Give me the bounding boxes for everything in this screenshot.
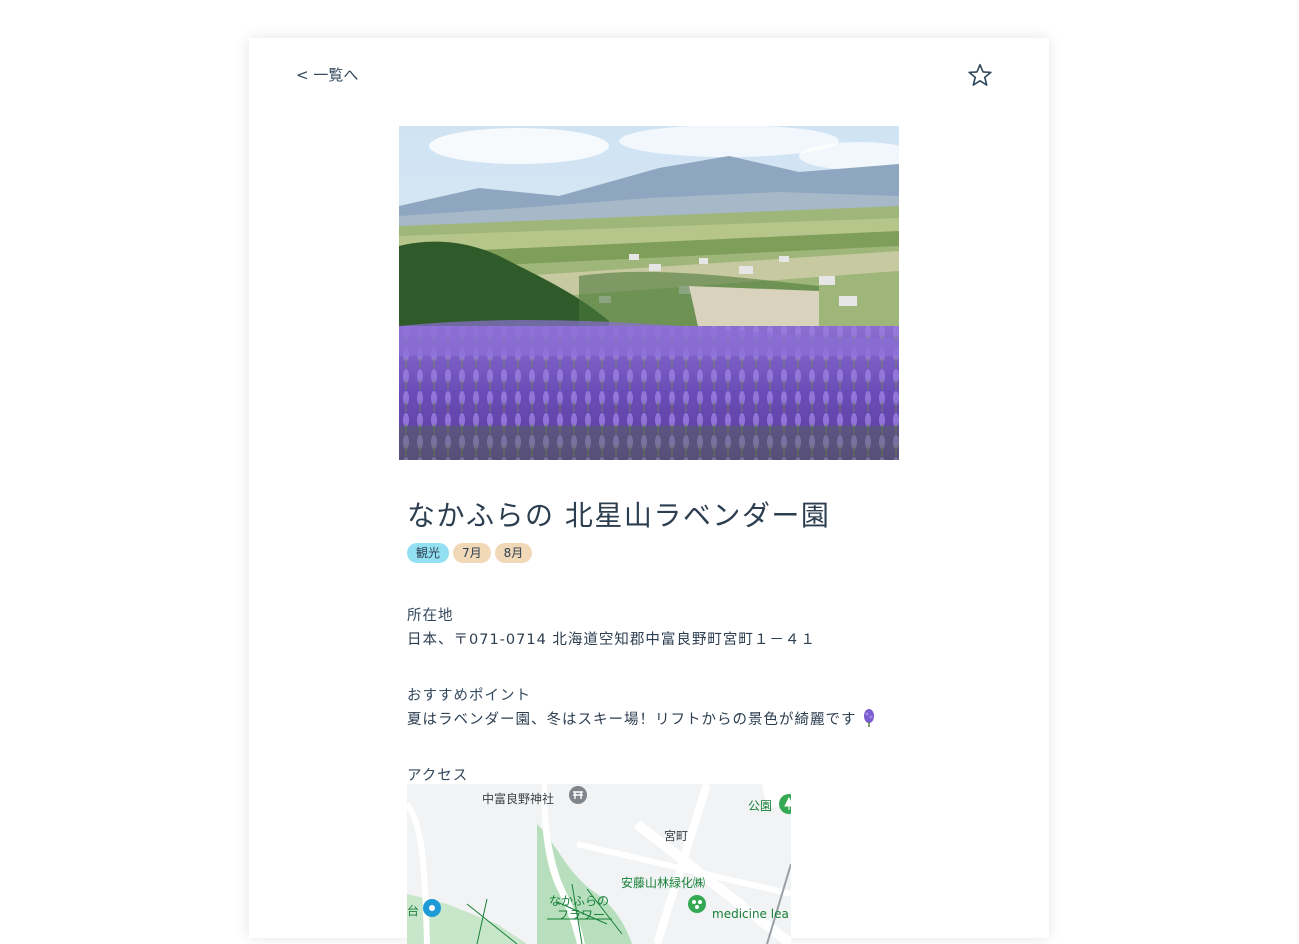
back-to-list-link[interactable]: < 一覧へ	[296, 64, 358, 85]
recommend-text: 夏はラベンダー園、冬はスキー場！リフトからの景色が綺麗です	[407, 712, 857, 728]
tag-month-july[interactable]: 7月	[453, 543, 491, 563]
map-label-flower1: なかふらの	[549, 894, 609, 908]
map-label-medicine: medicine lea	[712, 907, 789, 921]
tag-list: 観光 7月 8月	[407, 543, 533, 563]
map-label-town: 宮町	[664, 828, 688, 843]
access-label: アクセス	[407, 768, 469, 784]
spot-photo	[399, 126, 899, 460]
shrine-pin-icon	[569, 786, 587, 804]
map-canvas: 中富良野神社 公園 宮町 安藤山林緑化㈱ なかふらの フラワー 台 medici…	[407, 784, 791, 944]
spot-detail-card: < 一覧へ なかふらの 北星山ラベンダー園 観光 7月 8月 所在地 日本、〒0…	[249, 38, 1049, 944]
favorite-button[interactable]	[967, 62, 993, 88]
map-label-shrine: 中富良野神社	[482, 791, 554, 806]
map-pin-left-icon	[423, 899, 441, 917]
recommend-label: おすすめポイント	[407, 688, 531, 704]
map-label-company: 安藤山林緑化㈱	[621, 875, 705, 890]
star-outline-icon	[968, 63, 992, 86]
lavender-emoji-icon	[864, 709, 875, 727]
recommend-value: 夏はラベンダー園、冬はスキー場！リフトからの景色が綺麗です	[407, 708, 876, 729]
spot-title: なかふらの 北星山ラベンダー園	[407, 499, 831, 532]
address-label: 所在地	[407, 608, 454, 624]
map-label-flower2: フラワー	[557, 908, 605, 922]
map-label-park: 公園	[748, 799, 772, 813]
access-map[interactable]: 中富良野神社 公園 宮町 安藤山林緑化㈱ なかふらの フラワー 台 medici…	[407, 784, 791, 944]
lavender-field-image	[399, 126, 899, 460]
place-pin-icon	[688, 895, 706, 913]
tag-month-august[interactable]: 8月	[494, 543, 533, 563]
address-value: 日本、〒071-0714 北海道空知郡中富良野町宮町１－４１	[407, 632, 816, 648]
tag-category[interactable]: 観光	[407, 543, 450, 563]
map-label-left-edge: 台	[407, 903, 419, 918]
